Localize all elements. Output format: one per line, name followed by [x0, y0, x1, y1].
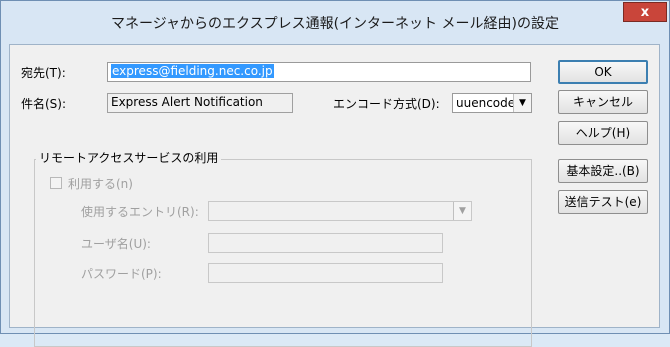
recipient-label: 宛先(T): — [21, 66, 66, 80]
chevron-down-icon: ▼ — [453, 202, 471, 220]
subject-label: 件名(S): — [21, 97, 67, 111]
username-label: ユーザ名(U): — [81, 237, 151, 251]
cancel-button[interactable]: キャンセル — [558, 90, 648, 114]
remote-access-group-title: リモートアクセスサービスの利用 — [36, 149, 222, 166]
send-test-button[interactable]: 送信テスト(e) — [558, 190, 648, 214]
subject-field: Express Alert Notification — [107, 93, 293, 113]
chevron-down-icon: ▼ — [513, 94, 531, 112]
close-button[interactable]: x — [623, 2, 667, 22]
encode-value: uuencode — [456, 96, 516, 110]
title-bar[interactable]: マネージャからのエクスプレス通報(インターネット メール経由)の設定 x — [1, 1, 669, 37]
dialog-window: マネージャからのエクスプレス通報(インターネット メール経由)の設定 x 宛先(… — [0, 0, 670, 347]
recipient-input[interactable]: express@fielding.nec.co.jp — [107, 62, 531, 82]
entry-label: 使用するエントリ(R): — [81, 205, 199, 219]
entry-select[interactable]: ▼ — [208, 201, 472, 221]
help-button[interactable]: ヘルプ(H) — [558, 121, 648, 145]
encode-select[interactable]: uuencode ▼ — [452, 93, 532, 113]
use-remote-access-checkbox[interactable] — [50, 177, 62, 189]
ok-button[interactable]: OK — [558, 60, 648, 84]
window-title: マネージャからのエクスプレス通報(インターネット メール経由)の設定 — [111, 16, 559, 32]
use-remote-access-label: 利用する(n) — [68, 177, 133, 191]
password-label: パスワード(P): — [81, 267, 162, 281]
dialog-client-area: 宛先(T): express@fielding.nec.co.jp 件名(S):… — [9, 44, 660, 347]
password-input[interactable] — [208, 263, 443, 283]
encode-label: エンコード方式(D): — [333, 97, 440, 111]
username-input[interactable] — [208, 233, 443, 253]
basic-settings-button[interactable]: 基本設定..(B) — [558, 159, 648, 183]
recipient-value: express@fielding.nec.co.jp — [111, 64, 274, 78]
